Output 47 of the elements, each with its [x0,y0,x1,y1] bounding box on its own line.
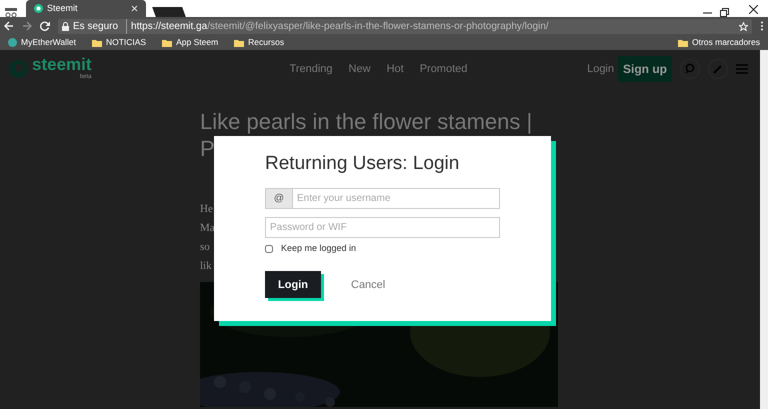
folder-icon [234,38,244,46]
steemit-logo-icon [8,59,28,79]
login-link[interactable]: Login [587,60,614,78]
browser-tab[interactable]: Steemit [26,0,146,17]
nav-link[interactable]: Trending [290,60,333,78]
remember-label: Keep me logged in [281,242,356,255]
restore-icon[interactable] [720,8,729,17]
nav-link[interactable]: Hot [386,60,404,78]
folder-icon [162,38,172,46]
remember-checkbox[interactable] [265,244,273,253]
article-title: Like pearls in the flower stamens | [200,108,532,135]
article-text: so [200,240,210,255]
star-icon[interactable] [739,22,748,30]
bookmark-link[interactable]: MyEtherWallet [8,36,76,49]
username-field[interactable]: Enter your username [293,188,500,209]
login-button[interactable]: Login [265,271,321,298]
forward-icon[interactable] [22,21,32,31]
bookmark-link[interactable]: Recursos [234,36,284,49]
security-label: Es seguro [73,20,118,34]
nav-link[interactable]: New [348,60,371,78]
new-tab-button[interactable] [152,7,186,17]
article-text: lik [200,259,212,274]
site-icon [8,38,17,47]
steemit-logo-icon [34,4,43,13]
signup-button[interactable]: Sign up [618,56,672,82]
cancel-button[interactable]: Cancel [345,276,392,294]
password-field[interactable]: Password or WIF [265,216,500,238]
lock-icon [62,22,69,30]
bookmark-link[interactable]: App Steem [162,36,218,49]
scrollbar[interactable] [760,50,768,409]
close-icon[interactable] [749,5,758,14]
back-icon[interactable] [4,21,14,31]
nav-link[interactable]: Promoted [420,60,468,78]
dialog-title: Returning Users: Login [265,153,460,176]
menu-icon[interactable] [760,21,764,31]
folder-icon [678,38,688,46]
bookmark-link[interactable]: NOTICIAS [92,36,146,49]
url-text: https://steemit.ga/steemit/@felixyasper/like-pearls-in-the-flower-stamens-or-photography/login/ [126,18,549,34]
reload-icon[interactable] [40,21,50,31]
at-sign-prefix: @ [265,188,293,209]
address-bar[interactable]: Es seguro https://steemit.ga/steemit/@felixyasper/like-pearls-in-the-flower-stamens-or-photography/login/ [58,18,752,34]
article-text: He [200,202,213,217]
bookmark-link[interactable]: Otros marcadores [678,36,760,49]
folder-icon [92,38,102,46]
article-title: P [200,135,215,162]
article-text: Ma [200,221,215,236]
logo-text: steemit [32,56,92,73]
